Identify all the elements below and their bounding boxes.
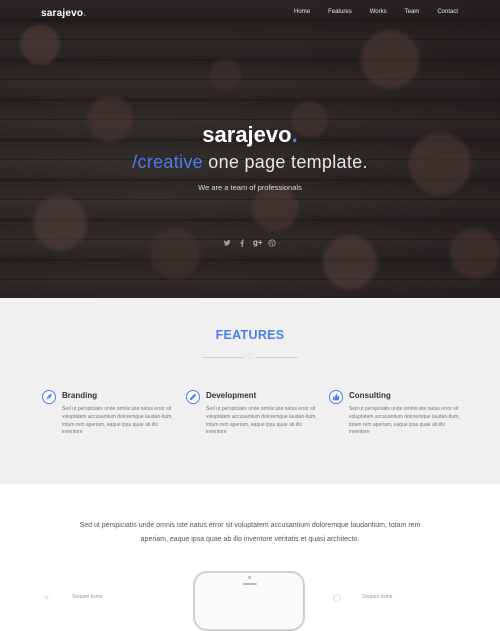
hero-subtitle: /creative one page template. [0,152,500,173]
pencil-icon [186,390,200,404]
feature-left-icon: ✧ [44,595,50,602]
feature-heading: Development [206,391,257,400]
about-text: Sed ut perspiciatis unde omnis iste natu… [79,522,421,543]
feature-heading: Consulting [349,391,391,400]
hero-subtitle-accent: /creative [132,152,203,172]
feature-heading: Branding [62,391,98,400]
feature-right-label: Sequen tisme [362,594,393,600]
google-plus-icon[interactable]: g+ [253,238,263,247]
facebook-icon[interactable] [238,238,246,247]
feather-icon [42,390,56,404]
feature-left-label: Sequen tisme [72,594,103,600]
divider-line-left [202,357,244,358]
hero-title-text: sarajevo [202,122,292,147]
features-title: FEATURES [215,328,285,342]
hero-title-dot: . [291,122,298,147]
feature-right-icon: ◯ [333,595,341,602]
features-section: FEATURES ♡ Branding Sed ut perspiciatis … [0,298,500,484]
feature-text: Sed ut perspiciatis unde omnis iste natu… [62,406,173,436]
divider-line-right [256,357,298,358]
hero-tagline: We are a team of professionals [198,183,302,192]
feature-text: Sed ut perspiciatis unde omnis iste natu… [206,406,317,436]
heart-icon: ♡ [246,352,254,361]
thumbs-up-icon [329,390,343,404]
phone-camera [248,576,251,579]
hero-content: sarajevo. /creative one page template. W… [0,0,500,298]
section-divider: ♡ [202,353,298,361]
phone-mockup [193,571,305,631]
hero-section: sarajevo. Home Features Works Team Conta… [0,0,500,298]
twitter-icon[interactable] [223,239,231,247]
social-links: g+ [223,238,276,247]
hero-title: sarajevo. [0,122,500,148]
hero-subtitle-rest: one page template. [202,152,368,172]
feature-text: Sed ut perspiciatis unde omnis iste natu… [349,406,460,436]
phone-speaker [243,583,257,585]
dribbble-icon[interactable] [268,238,276,247]
about-section: Sed ut perspiciatis unde omnis iste natu… [0,484,500,631]
